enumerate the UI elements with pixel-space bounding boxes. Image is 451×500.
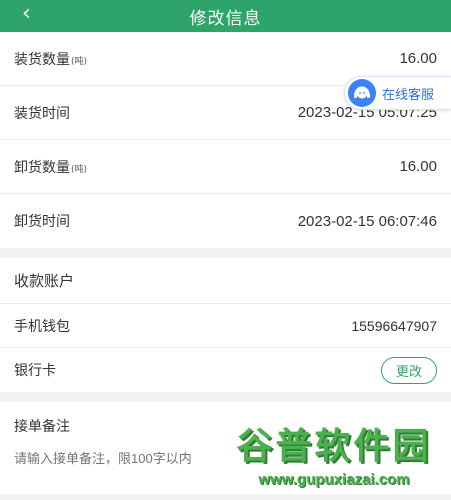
unloading-quantity-label: 卸货数量(吨) — [14, 159, 88, 176]
bank-card-label: 银行卡 — [14, 363, 56, 379]
wallet-row: 手机钱包 15596647907 — [0, 304, 451, 348]
section-divider — [0, 248, 451, 258]
headset-icon — [348, 79, 376, 107]
title-bar: ‹ 修改信息 — [0, 0, 451, 32]
unloading-time-label: 卸货时间 — [14, 214, 70, 230]
watermark-url: www.gupuxiazai.com — [258, 470, 410, 488]
bank-card-row: 银行卡 更改 — [0, 348, 451, 392]
customer-service-button[interactable]: 在线客服 — [344, 76, 451, 110]
customer-service-label: 在线客服 — [382, 87, 435, 103]
unloading-quantity-row: 卸货数量(吨) 16.00 — [0, 140, 451, 194]
unit-label: (吨) — [71, 56, 88, 67]
wallet-label: 手机钱包 — [14, 318, 70, 335]
unit-label: (吨) — [71, 164, 88, 175]
unloading-quantity-value[interactable]: 16.00 — [399, 158, 437, 175]
watermark-text: 谷普软件园 — [236, 425, 432, 467]
loading-section: 装货数量(吨) 16.00 装货时间 2023-02-15 05:07:25 卸… — [0, 32, 451, 248]
account-section: 收款账户 手机钱包 15596647907 银行卡 更改 — [0, 258, 451, 392]
watermark: 谷普软件园 www.gupuxiazai.com — [225, 412, 443, 492]
loading-quantity-label: 装货数量(吨) — [14, 51, 88, 68]
wallet-value: 15596647907 — [351, 317, 437, 334]
loading-quantity-value[interactable]: 16.00 — [399, 50, 437, 67]
section-divider — [0, 392, 451, 402]
account-title: 收款账户 — [0, 258, 451, 304]
chevron-left-icon[interactable]: ‹ — [22, 3, 31, 25]
unloading-time-row: 卸货时间 2023-02-15 06:07:46 — [0, 194, 451, 248]
change-button[interactable]: 更改 — [380, 356, 437, 384]
unloading-time-value[interactable]: 2023-02-15 06:07:46 — [298, 213, 437, 230]
loading-time-label: 装货时间 — [14, 105, 70, 122]
page-title: 修改信息 — [189, 8, 262, 29]
